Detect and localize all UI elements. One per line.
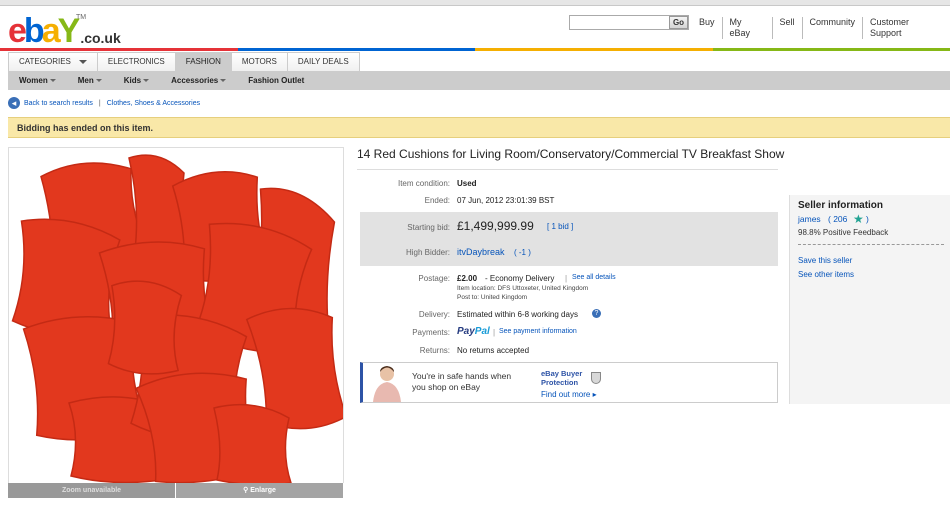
chevron-down-icon — [220, 79, 227, 83]
payments-label: Payments: — [412, 328, 450, 337]
item-title: 14 Red Cushions for Living Room/Conserva… — [357, 147, 785, 161]
post-to: Post to: United Kingdom — [457, 294, 528, 301]
link-community[interactable]: Community — [801, 17, 863, 39]
link-my-ebay[interactable]: My eBay — [721, 17, 772, 39]
logo-letter-a: a — [41, 12, 61, 50]
subnav-men[interactable]: Men — [67, 76, 113, 85]
chevron-down-icon — [95, 79, 102, 83]
header-color-bar — [0, 48, 950, 51]
logo-letter-b: b — [23, 12, 45, 50]
browser-address-strip — [0, 0, 950, 6]
help-icon[interactable]: ? — [592, 309, 601, 318]
buyer-protection-banner[interactable]: You're in safe hands when you shop on eB… — [360, 362, 778, 403]
tab-motors[interactable]: MOTORS — [230, 52, 288, 71]
protection-badge-line2: Protection — [541, 378, 579, 387]
top-links: Buy My eBay Sell Community Customer Supp… — [692, 17, 950, 39]
star-icon: ★ — [853, 212, 864, 226]
ended-value: 07 Jun, 2012 23:01:39 BST — [457, 196, 555, 205]
seller-name-link[interactable]: james — [798, 214, 821, 224]
returns-value: No returns accepted — [457, 346, 530, 355]
postage-price: £2.00 — [457, 274, 478, 283]
seller-score-close: ) — [866, 214, 869, 224]
enlarge-label: Enlarge — [250, 487, 276, 494]
chevron-down-icon — [78, 59, 87, 64]
search-go-button[interactable]: Go — [669, 16, 688, 29]
high-bidder-link[interactable]: itvDaybreak — [457, 247, 505, 257]
ebay-logo[interactable]: e b a Y .co.uk TM — [8, 14, 121, 48]
protection-badge-line1: eBay Buyer — [541, 369, 583, 378]
subnav-fashion-outlet[interactable]: Fashion Outlet — [237, 76, 315, 85]
woman-avatar-icon — [373, 366, 401, 402]
protection-line1: You're in safe hands when — [412, 371, 512, 381]
seller-score[interactable]: ( 206 — [828, 214, 847, 224]
logo-letter-y: Y — [57, 12, 81, 50]
logo-domain: .co.uk — [80, 30, 121, 46]
breadcrumb-separator: | — [98, 99, 101, 107]
ended-label: Ended: — [424, 196, 450, 205]
back-to-search-link[interactable]: Back to search results — [24, 100, 93, 107]
logo-letter-e: e — [8, 12, 27, 50]
enlarge-button[interactable]: ⚲ Enlarge — [176, 483, 344, 498]
find-out-more-link[interactable]: Find out more ▸ — [541, 390, 597, 399]
link-sell[interactable]: Sell — [771, 17, 802, 39]
subnav-accessories[interactable]: Accessories — [160, 76, 237, 85]
fashion-subnav: Women Men Kids Accessories Fashion Outle… — [8, 71, 950, 90]
see-other-items-link[interactable]: See other items — [798, 270, 854, 279]
subnav-kids[interactable]: Kids — [113, 76, 160, 85]
bid-box — [360, 212, 778, 266]
seller-info-panel: Seller information james ( 206 ★ ) 98.8%… — [789, 195, 950, 404]
link-customer-support[interactable]: Customer Support — [862, 17, 950, 39]
chevron-down-icon — [143, 79, 150, 83]
shield-icon — [591, 372, 601, 384]
payments-separator: | — [493, 328, 496, 337]
tab-daily-deals[interactable]: DAILY DEALS — [286, 52, 360, 71]
tab-electronics[interactable]: ELECTRONICS — [96, 52, 176, 71]
starting-bid-value: £1,499,999.99 — [457, 219, 534, 233]
red-cushions-picture — [11, 154, 343, 483]
save-seller-link[interactable]: Save this seller — [798, 256, 852, 265]
protection-line2: you shop on eBay — [412, 382, 481, 392]
subnav-women[interactable]: Women — [8, 76, 67, 85]
returns-label: Returns: — [419, 346, 450, 355]
category-tabs: CATEGORIES ELECTRONICS FASHION MOTORS DA… — [8, 52, 360, 71]
condition-label: Item condition: — [397, 179, 450, 188]
paypal-logo: PayPal — [457, 326, 490, 337]
bidding-ended-notice: Bidding has ended on this item. — [8, 117, 950, 138]
bid-count-link[interactable]: [ 1 bid ] — [547, 222, 573, 231]
product-image[interactable] — [8, 147, 344, 484]
postage-label: Postage: — [418, 274, 450, 283]
payment-info-link[interactable]: See payment information — [499, 328, 577, 335]
divider — [357, 169, 778, 170]
tab-fashion[interactable]: FASHION — [174, 52, 232, 71]
breadcrumb-category-link[interactable]: Clothes, Shoes & Accessories — [107, 100, 200, 107]
postage-separator: | — [565, 274, 568, 283]
condition-value: Used — [457, 179, 477, 188]
delivery-value: Estimated within 6-8 working days — [457, 310, 578, 319]
subnav-kids-label: Kids — [123, 76, 142, 85]
seller-divider — [798, 244, 944, 245]
delivery-label: Delivery: — [418, 310, 450, 319]
logo-trademark: TM — [76, 14, 87, 21]
chevron-down-icon — [49, 79, 56, 83]
image-toolbar: Zoom unavailable ⚲ Enlarge — [8, 483, 344, 498]
subnav-men-label: Men — [77, 76, 94, 85]
subnav-accessories-label: Accessories — [171, 76, 219, 85]
breadcrumb: ◂ Back to search results | Clothes, Shoe… — [8, 97, 200, 109]
seller-feedback: 98.8% Positive Feedback — [798, 228, 889, 237]
high-bidder-score[interactable]: ( -1 ) — [514, 248, 531, 257]
zoom-unavailable-label: Zoom unavailable — [8, 483, 176, 498]
link-buy[interactable]: Buy — [692, 17, 722, 39]
subnav-women-label: Women — [19, 76, 48, 85]
starting-bid-label: Starting bid: — [407, 223, 450, 232]
tab-categories-label: CATEGORIES — [19, 57, 71, 66]
item-location: Item location: DFS Uttoxeter, United Kin… — [457, 285, 589, 292]
see-all-details-link[interactable]: See all details — [572, 274, 616, 281]
tab-categories[interactable]: CATEGORIES — [8, 52, 98, 71]
back-arrow-icon[interactable]: ◂ — [8, 97, 20, 109]
postage-service: - Economy Delivery — [485, 274, 555, 283]
high-bidder-label: High Bidder: — [405, 248, 450, 257]
seller-heading: Seller information — [798, 200, 884, 211]
